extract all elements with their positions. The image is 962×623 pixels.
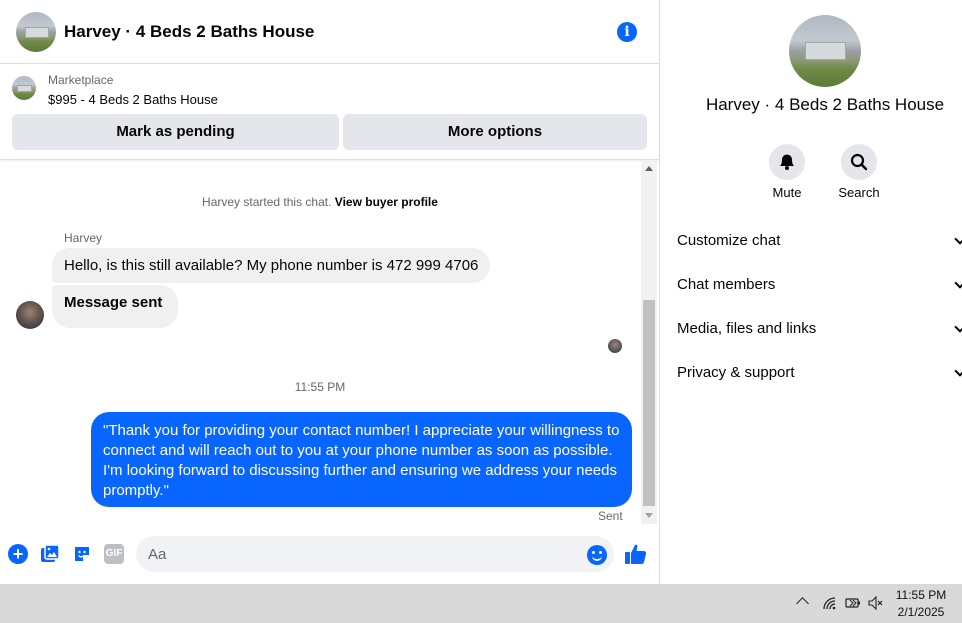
chat-started-notice: Harvey started this chat. View buyer pro…: [0, 195, 640, 209]
outgoing-message[interactable]: "Thank you for providing your contact nu…: [91, 412, 632, 507]
network-icon[interactable]: [822, 596, 838, 610]
incoming-message[interactable]: Hello, is this still available? My phone…: [52, 248, 491, 283]
sidebar-title: Harvey · 4 Beds 2 Baths House: [705, 95, 945, 114]
search-button[interactable]: [841, 144, 877, 180]
gif-icon[interactable]: GIF: [104, 544, 124, 564]
messages-scrollbar[interactable]: [641, 160, 657, 524]
more-options-button[interactable]: More options: [343, 114, 647, 150]
clock-time: 11:55 PM: [895, 588, 947, 602]
battery-icon[interactable]: [845, 596, 861, 610]
chat-title[interactable]: Harvey · 4 Beds 2 Baths House: [64, 22, 314, 42]
chat-header: Harvey · 4 Beds 2 Baths House i: [0, 0, 659, 64]
view-buyer-profile-link[interactable]: View buyer profile: [335, 195, 438, 209]
chat-pane: Harvey · 4 Beds 2 Baths House i Marketpl…: [0, 0, 660, 584]
sender-avatar[interactable]: [16, 301, 44, 329]
menu-chat-members[interactable]: Chat members: [677, 276, 962, 293]
scroll-down-arrow-icon[interactable]: [645, 513, 653, 518]
sticker-icon[interactable]: [72, 544, 92, 564]
scroll-up-arrow-icon[interactable]: [645, 166, 653, 171]
message-status: Sent: [598, 509, 623, 523]
search-icon: [850, 153, 868, 171]
message-input[interactable]: [136, 536, 614, 572]
menu-privacy-support[interactable]: Privacy & support: [677, 364, 962, 381]
mute-button[interactable]: [769, 144, 805, 180]
scroll-thumb[interactable]: [643, 300, 655, 506]
menu-customize-chat[interactable]: Customize chat: [677, 232, 962, 249]
photo-icon[interactable]: [40, 544, 60, 564]
mute-label: Mute: [772, 185, 802, 200]
show-hidden-icons-caret-icon[interactable]: [796, 597, 809, 610]
marketplace-banner: Marketplace $995 - 4 Beds 2 Baths House …: [0, 64, 659, 160]
info-icon[interactable]: i: [617, 22, 637, 42]
menu-media-files-links[interactable]: Media, files and links: [677, 320, 962, 337]
clock-date: 2/1/2025: [897, 605, 945, 619]
listing-thumbnail[interactable]: [12, 76, 36, 100]
chat-started-text: Harvey started this chat.: [202, 195, 332, 209]
sender-name: Harvey: [64, 231, 103, 245]
bell-icon: [780, 154, 794, 170]
listing-avatar[interactable]: [16, 12, 56, 52]
listing-title[interactable]: $995 - 4 Beds 2 Baths House: [48, 92, 218, 107]
mark-as-pending-button[interactable]: Mark as pending: [12, 114, 339, 150]
thumbs-up-icon[interactable]: [624, 543, 648, 565]
plus-icon[interactable]: +: [8, 544, 28, 564]
search-label: Search: [838, 185, 880, 200]
emoji-icon[interactable]: [587, 545, 607, 565]
marketplace-label: Marketplace: [48, 73, 114, 87]
incoming-message[interactable]: Message sent: [52, 285, 179, 328]
taskbar: 11:55 PM 2/1/2025: [0, 584, 962, 623]
chat-info-sidebar: Harvey · 4 Beds 2 Baths House Mute Searc…: [660, 0, 962, 584]
message-timestamp: 11:55 PM: [294, 380, 346, 394]
sidebar-listing-avatar[interactable]: [789, 15, 861, 87]
seen-receipt-avatar: [608, 339, 622, 353]
taskbar-clock[interactable]: 11:55 PM 2/1/2025: [880, 587, 962, 621]
